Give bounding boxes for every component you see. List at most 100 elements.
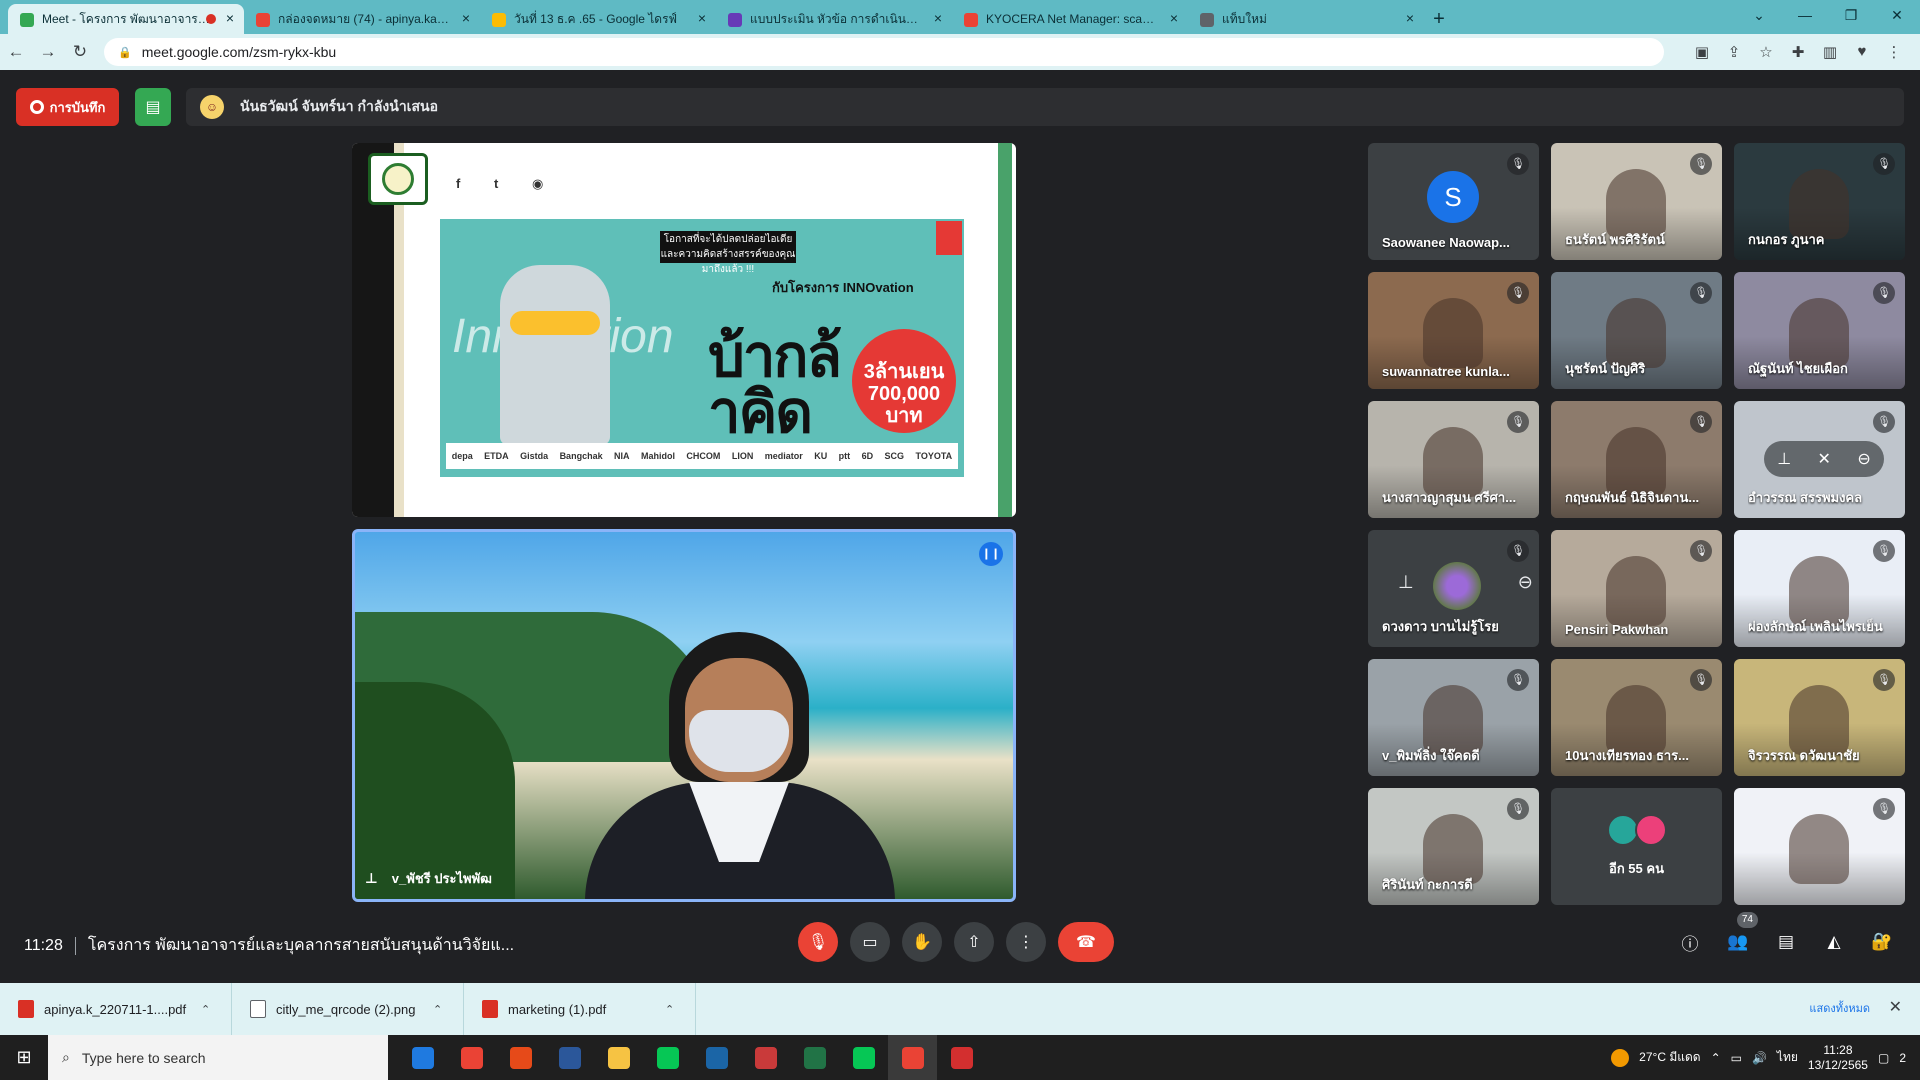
weather-text[interactable]: 27°C มีแดด: [1639, 1048, 1700, 1067]
bookmark-star-icon[interactable]: ☆: [1750, 43, 1782, 61]
participant-tile[interactable]: 🎙 v_พิมพ์ลิ่ง ใจ๊คดดี: [1368, 659, 1539, 776]
remove-icon[interactable]: ⊖: [1518, 572, 1533, 593]
close-window-button[interactable]: ✕: [1874, 0, 1920, 30]
taskbar-app-icon[interactable]: [398, 1035, 447, 1080]
browser-tab[interactable]: แท็บใหม่ ×: [1188, 4, 1424, 34]
active-speaker-tile[interactable]: ❙❙ ⊥ v_พัชรี ประไพพัฒ: [352, 529, 1016, 902]
show-all-downloads-link[interactable]: แสดงทั้งหมด: [1809, 999, 1870, 1017]
chat-button[interactable]: ▤: [1768, 924, 1804, 960]
address-bar[interactable]: 🔒 meet.google.com/zsm-rykx-kbu: [104, 38, 1664, 66]
browser-tab[interactable]: วันที่ 13 ธ.ค .65 - Google ไดรฟ์ ×: [480, 4, 716, 34]
recording-button[interactable]: การบันทึก: [16, 88, 119, 126]
close-tab-icon[interactable]: ×: [934, 10, 942, 26]
download-item[interactable]: citly_me_qrcode (2).png ⌃: [232, 983, 464, 1035]
remove-icon[interactable]: ⊖: [1857, 449, 1870, 469]
menu-kebab-icon[interactable]: ⋮: [1878, 43, 1910, 61]
participant-tile[interactable]: 🎙: [1734, 788, 1905, 905]
present-screen-button[interactable]: ⇧: [954, 922, 994, 962]
taskbar-app-icon[interactable]: [594, 1035, 643, 1080]
download-item[interactable]: apinya.k_220711-1....pdf ⌃: [0, 983, 232, 1035]
windows-start-icon[interactable]: ⊞: [0, 1047, 48, 1068]
mute-icon[interactable]: ✕: [1818, 449, 1831, 469]
close-tab-icon[interactable]: ×: [1170, 10, 1178, 26]
taskbar-app-icon[interactable]: [839, 1035, 888, 1080]
raise-hand-button[interactable]: ✋: [902, 922, 942, 962]
back-icon[interactable]: ←: [0, 42, 32, 62]
participant-tile[interactable]: 🎙 นุชรัตน์ ปัญศิริ: [1551, 272, 1722, 389]
extensions-icon[interactable]: ✚: [1782, 43, 1814, 61]
close-downloads-icon[interactable]: ✕: [1889, 997, 1902, 1017]
participant-tile[interactable]: 🎙 ผ่องลักษณ์ เพลินไพรเย็น: [1734, 530, 1905, 647]
volume-icon[interactable]: 🔊: [1752, 1051, 1767, 1065]
chevron-up-icon[interactable]: ⌃: [201, 1003, 231, 1016]
participant-tile[interactable]: 🎙 นางสาวญาสุมน ศรีศา...: [1368, 401, 1539, 518]
close-tab-icon[interactable]: ×: [226, 10, 234, 26]
taskbar-clock[interactable]: 11:28 13/12/2565: [1808, 1043, 1868, 1073]
leave-call-button[interactable]: ☎: [1058, 922, 1114, 962]
tab-search-icon[interactable]: ⌄: [1736, 0, 1782, 30]
profile-icon[interactable]: ♥: [1846, 43, 1878, 61]
weather-icon: [1611, 1048, 1630, 1067]
participant-tile[interactable]: S 🎙 Saowanee Naowap...: [1368, 143, 1539, 260]
taskbar-app-icon[interactable]: [741, 1035, 790, 1080]
restore-button[interactable]: ❐: [1828, 0, 1874, 30]
participant-tile[interactable]: 🎙 กนกอร ภูนาค: [1734, 143, 1905, 260]
participant-tile[interactable]: ⊥ ✕ ⊖ 🎙 อำวรรณ สรรพมงคล: [1734, 401, 1905, 518]
pin-icon[interactable]: ⊥: [365, 870, 378, 887]
side-panel-icon[interactable]: ▥: [1814, 43, 1846, 61]
notification-icon[interactable]: ▢: [1878, 1051, 1889, 1065]
clock-time: 11:28: [1823, 1042, 1853, 1057]
people-button[interactable]: 👥 74: [1720, 912, 1758, 960]
browser-tab[interactable]: Meet - โครงการ พัฒนาอาจารย์และ ×: [8, 4, 244, 34]
participant-tile[interactable]: 🎙 10นางเทียรทอง ธาร...: [1551, 659, 1722, 776]
activities-icon: ▤: [145, 99, 161, 116]
participant-tile[interactable]: อีก 55 คน: [1551, 788, 1722, 905]
download-item[interactable]: marketing (1).pdf ⌃: [464, 983, 696, 1035]
taskbar-app-icon[interactable]: [545, 1035, 594, 1080]
participant-tile[interactable]: 🎙 Pensiri Pakwhan: [1551, 530, 1722, 647]
pin-icon[interactable]: ⊥: [1398, 572, 1414, 593]
participant-tile[interactable]: 🎙 suwannatree kunla...: [1368, 272, 1539, 389]
browser-tab[interactable]: KYOCERA Net Manager: scanned ×: [952, 4, 1188, 34]
presentation-tile[interactable]: f t ◉ Innovation โอกาสที่จะได้ปลดปล่อยไอ…: [352, 143, 1016, 517]
chevron-up-icon[interactable]: ⌃: [665, 1003, 695, 1016]
taskbar-app-icon[interactable]: [888, 1035, 937, 1080]
host-controls-button[interactable]: 🔐: [1864, 924, 1900, 960]
new-tab-button[interactable]: +: [1424, 4, 1454, 34]
reload-icon[interactable]: ↻: [64, 42, 96, 62]
activities-side-button[interactable]: ◭: [1816, 924, 1852, 960]
share-icon[interactable]: ⇪: [1718, 43, 1750, 61]
participant-tile[interactable]: ⊥ ⊖ 🎙 ดวงดาว บานไม่รู้โรย: [1368, 530, 1539, 647]
participant-tile[interactable]: 🎙 ศิรินันท์ กะการดี: [1368, 788, 1539, 905]
camera-button[interactable]: ▭: [850, 922, 890, 962]
participant-tile[interactable]: 🎙 ธนรัตน์ พรศิริรัตน์: [1551, 143, 1722, 260]
taskbar-app-icon[interactable]: [496, 1035, 545, 1080]
participant-tile[interactable]: 🎙 กฤษณพันธ์ นิธิจินดาน...: [1551, 401, 1722, 518]
activities-button[interactable]: ▤: [135, 88, 171, 126]
taskbar-app-icon[interactable]: [643, 1035, 692, 1080]
participant-name: v_พิมพ์ลิ่ง ใจ๊คดดี: [1382, 748, 1480, 763]
more-options-button[interactable]: ⋮: [1006, 922, 1046, 962]
taskbar-app-icon[interactable]: [692, 1035, 741, 1080]
network-icon[interactable]: ▭: [1731, 1051, 1742, 1065]
language-indicator[interactable]: ไทย: [1777, 1048, 1798, 1067]
chevron-up-icon[interactable]: ⌃: [433, 1003, 463, 1016]
pin-icon[interactable]: ⊥: [1777, 449, 1791, 469]
microphone-off-button[interactable]: 🎙: [798, 922, 838, 962]
close-tab-icon[interactable]: ×: [698, 10, 706, 26]
close-tab-icon[interactable]: ×: [1406, 10, 1414, 26]
minimize-button[interactable]: —: [1782, 0, 1828, 30]
browser-tab[interactable]: แบบประเมิน หัวข้อ การดำเนินการวิจัย ×: [716, 4, 952, 34]
camera-icon[interactable]: ▣: [1686, 43, 1718, 61]
taskbar-search[interactable]: ⌕ Type here to search: [48, 1035, 388, 1080]
browser-tab[interactable]: กล่องจดหมาย (74) - apinya.kae@n ×: [244, 4, 480, 34]
participant-tile[interactable]: 🎙 ณัฐนันท์ ไชยเผือก: [1734, 272, 1905, 389]
meeting-details-button[interactable]: ⓘ: [1672, 924, 1708, 960]
forward-icon[interactable]: →: [32, 42, 64, 62]
tray-arrow-icon[interactable]: ⌃: [1711, 1051, 1721, 1065]
taskbar-app-icon[interactable]: [937, 1035, 986, 1080]
participant-tile[interactable]: 🎙 จิรวรรณ ดวัฒนาชัย: [1734, 659, 1905, 776]
taskbar-app-icon[interactable]: [447, 1035, 496, 1080]
close-tab-icon[interactable]: ×: [462, 10, 470, 26]
taskbar-app-icon[interactable]: [790, 1035, 839, 1080]
